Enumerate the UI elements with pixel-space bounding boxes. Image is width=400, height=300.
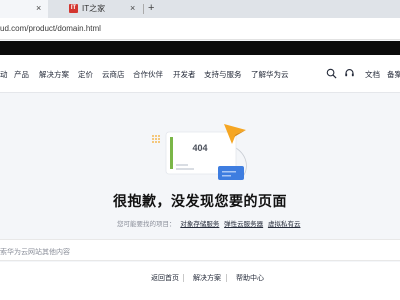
nav-item-solutions[interactable]: 解决方案 (39, 69, 69, 80)
nav-item-pricing[interactable]: 定价 (78, 69, 93, 80)
suggestion-link-vpc[interactable]: 虚拟私有云 (268, 221, 301, 228)
site-navbar: 动 产品 解决方案 定价 云商店 合作伙伴 开发者 支持与服务 了解华为云 文档… (0, 55, 400, 93)
nav-docs[interactable]: 文档 (365, 69, 380, 80)
error-code: 404 (192, 143, 207, 153)
nav-item-products[interactable]: 产品 (14, 69, 29, 80)
nav-item-activity[interactable]: 动 (0, 69, 8, 80)
tab-close-icon[interactable]: × (36, 3, 41, 13)
nav-item-developers[interactable]: 开发者 (173, 69, 196, 80)
suggestion-label: 您可能要找的项目： (117, 221, 176, 228)
footer-link-solutions[interactable]: 解决方案 (193, 273, 221, 283)
tab-ithome[interactable]: IT IT之家 × (56, 0, 142, 18)
search-input[interactable]: 索华为云网站其他内容 (0, 247, 70, 257)
new-tab-button[interactable]: + (148, 2, 154, 14)
address-bar[interactable]: ud.com/product/domain.html (0, 18, 400, 40)
card-skeleton-line (176, 168, 194, 170)
footer-link-home[interactable]: 返回首页 (151, 273, 179, 283)
suggestion-link-obs[interactable]: 对象存储服务 (180, 221, 219, 228)
suggestion-link-ecs[interactable]: 弹性云服务器 (224, 221, 263, 228)
decor-dots (152, 135, 160, 143)
footer-divider (226, 274, 227, 282)
nav-filing[interactable]: 备案 (387, 69, 400, 80)
footer-link-help[interactable]: 帮助中心 (236, 273, 264, 283)
tab-title: IT之家 (82, 4, 106, 13)
blue-card-line (222, 171, 236, 173)
browser-tab-bar: × IT IT之家 × + (0, 0, 400, 18)
url-text[interactable]: ud.com/product/domain.html (0, 24, 101, 33)
suggestion-row: 您可能要找的项目： 对象存储服务 弹性云服务器 虚拟私有云 (117, 218, 300, 228)
customer-support-icon[interactable] (344, 68, 355, 79)
search-icon[interactable] (326, 68, 337, 79)
nav-item-partners[interactable]: 合作伙伴 (133, 69, 163, 80)
blue-card-line (222, 175, 231, 177)
top-banner (0, 41, 400, 55)
404-illustration: 404 (152, 124, 247, 181)
tab-active[interactable]: × (0, 0, 48, 18)
site-search-box[interactable]: 索华为云网站其他内容 (0, 239, 400, 261)
ithome-favicon-icon: IT (69, 4, 78, 13)
footer: 返回首页 解决方案 帮助中心 (0, 262, 400, 300)
blue-card (218, 166, 244, 180)
tab-divider (143, 4, 144, 14)
tab-close-icon[interactable]: × (130, 3, 135, 13)
nav-item-marketplace[interactable]: 云商店 (102, 69, 125, 80)
page-title: 很抱歉，没发现您要的页面 (113, 193, 287, 209)
card-skeleton-line (176, 164, 188, 166)
404-card-accent (170, 137, 173, 169)
nav-item-support[interactable]: 支持与服务 (204, 69, 242, 80)
nav-item-about[interactable]: 了解华为云 (251, 69, 289, 80)
footer-divider (183, 274, 184, 282)
